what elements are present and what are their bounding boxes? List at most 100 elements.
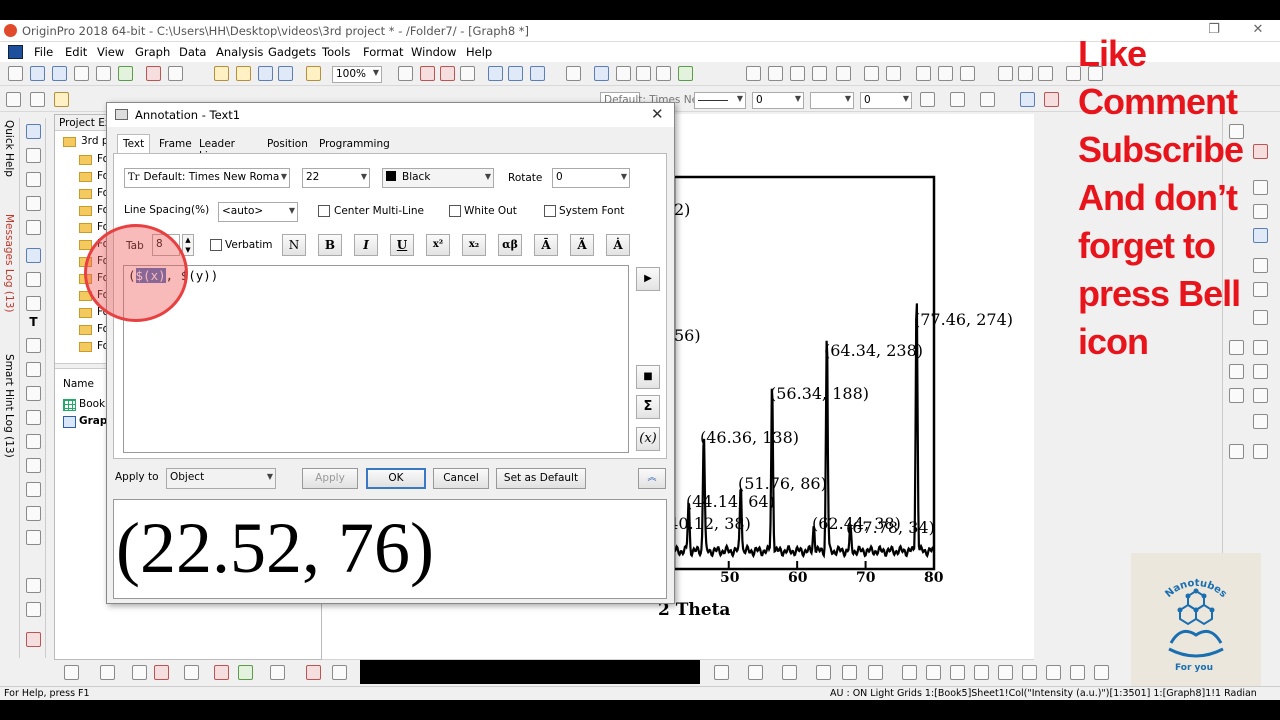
normal-button[interactable]: N [282, 234, 306, 256]
peak-label[interactable]: (40.12, 38) [662, 514, 751, 533]
scale-icon[interactable] [26, 172, 41, 187]
heatmap-icon[interactable] [842, 665, 857, 680]
pie-chart-icon[interactable] [270, 665, 285, 680]
zoom-select[interactable]: 100% ▼ [332, 66, 382, 83]
mask-points-icon[interactable] [26, 272, 41, 287]
line-width-select[interactable]: 0 ▼ [752, 92, 804, 109]
menu-data[interactable]: Data [179, 45, 206, 59]
message-log-icon[interactable] [636, 66, 651, 81]
region-tool-icon[interactable] [26, 434, 41, 449]
menu-view[interactable]: View [97, 45, 124, 59]
quick-help-tab[interactable]: Quick Help [3, 120, 15, 177]
close-icon[interactable]: ✕ [651, 105, 664, 123]
command-window-icon[interactable] [530, 66, 545, 81]
3d-bar-icon[interactable] [748, 665, 763, 680]
mask-icon[interactable] [916, 66, 931, 81]
peak-label[interactable]: (64.34, 238) [824, 341, 923, 360]
fill-pattern-icon[interactable] [950, 92, 965, 107]
peak-label[interactable]: (56.34, 188) [770, 384, 869, 403]
radar-icon[interactable] [998, 665, 1013, 680]
peak-label[interactable]: (77.46, 274) [914, 310, 1013, 329]
backward-icon[interactable] [1253, 414, 1268, 429]
windrose-icon[interactable] [1022, 665, 1037, 680]
insert-object-button[interactable]: ■ [636, 365, 660, 389]
matrix-plot-icon[interactable] [816, 665, 831, 680]
new-graph-icon[interactable] [52, 66, 67, 81]
menu-file[interactable]: File [34, 45, 53, 59]
center-multiline-checkbox[interactable] [318, 205, 330, 217]
anchor-icon[interactable] [26, 530, 41, 545]
ternary-icon[interactable] [926, 665, 941, 680]
peak-label[interactable]: (51.76, 86) [738, 474, 827, 493]
multi-panel-icon[interactable] [184, 665, 199, 680]
cut-icon[interactable] [6, 92, 21, 107]
italic-button[interactable]: I [354, 234, 378, 256]
font-size-select[interactable]: 22 ▼ [302, 168, 370, 188]
sigma-button[interactable]: Σ [636, 395, 660, 419]
copy-page-icon[interactable] [420, 66, 435, 81]
merge-icon[interactable] [26, 602, 41, 617]
sort-icon[interactable] [790, 66, 805, 81]
3d-scatter-icon[interactable] [782, 665, 797, 680]
peak-label[interactable]: 2) [674, 200, 690, 219]
piper-icon[interactable] [1046, 665, 1061, 680]
box-plot-icon[interactable] [1070, 665, 1085, 680]
pointer-icon[interactable] [26, 124, 41, 139]
system-font-checkbox[interactable] [544, 205, 556, 217]
menu-analysis[interactable]: Analysis [216, 45, 263, 59]
screen-reader-icon[interactable] [26, 196, 41, 211]
insert-graph-icon[interactable] [26, 482, 41, 497]
fill-value-select[interactable]: 0 ▼ [860, 92, 912, 109]
new-project-icon[interactable] [8, 66, 23, 81]
script-window-icon[interactable] [508, 66, 523, 81]
white-out-checkbox[interactable] [449, 205, 461, 217]
dot-accent-button[interactable]: Ȧ [606, 234, 630, 256]
annotation-text-editor[interactable]: ($(x), $(y)) [123, 265, 629, 453]
greek-button[interactable]: αβ [498, 234, 522, 256]
menu-tools[interactable]: Tools [322, 45, 350, 59]
add-column-icon[interactable] [836, 66, 851, 81]
duplicate-icon[interactable] [440, 66, 455, 81]
line-chart-icon[interactable] [886, 66, 901, 81]
line-spacing-select[interactable]: <auto> ▼ [218, 202, 298, 222]
smart-hint-icon[interactable] [656, 66, 671, 81]
superscript-button[interactable]: x² [426, 234, 450, 256]
forward-icon[interactable] [1253, 388, 1268, 403]
import-icon[interactable] [168, 66, 183, 81]
bold-button[interactable]: B [318, 234, 342, 256]
ok-button[interactable]: OK [366, 468, 426, 489]
open-template-icon[interactable] [236, 66, 251, 81]
save-template-icon[interactable] [278, 66, 293, 81]
print-icon[interactable] [398, 66, 413, 81]
refresh-icon[interactable] [460, 66, 475, 81]
filter-icon[interactable] [938, 66, 953, 81]
curved-arrow-icon[interactable] [26, 362, 41, 377]
sum-icon[interactable] [746, 66, 761, 81]
set-values-icon[interactable] [812, 66, 827, 81]
cancel-button[interactable]: Cancel [433, 468, 489, 489]
3d-surface-icon[interactable] [714, 665, 729, 680]
tab-leader-line[interactable]: Leader Line [193, 134, 241, 162]
apply-to-select[interactable]: Object ▼ [166, 468, 276, 489]
histogram-icon[interactable] [1094, 665, 1109, 680]
vector-icon[interactable] [902, 665, 917, 680]
font-color-select[interactable]: Black ▼ [382, 168, 494, 188]
variable-button[interactable]: (x) [636, 427, 660, 451]
left-align-icon[interactable] [1229, 444, 1244, 459]
grid-icon[interactable] [980, 92, 995, 107]
text-tool-icon[interactable]: T [26, 316, 41, 331]
x-axis-icon[interactable] [998, 66, 1013, 81]
z-axis-icon[interactable] [1038, 66, 1053, 81]
bold-m-icon[interactable] [1020, 92, 1035, 107]
code-builder-icon[interactable] [488, 66, 503, 81]
messages-log-tab[interactable]: Messages Log (13) [3, 214, 15, 312]
subscript-button[interactable]: x₂ [462, 234, 486, 256]
bar-chart-icon[interactable] [864, 66, 879, 81]
line-style-select[interactable]: ▼ [694, 92, 746, 109]
recalculate-icon[interactable] [306, 66, 321, 81]
data-selector-icon[interactable] [26, 248, 41, 263]
data-reader-icon[interactable] [26, 220, 41, 235]
right-align-icon[interactable] [1253, 444, 1268, 459]
set-default-button[interactable]: Set as Default [496, 468, 586, 489]
arrow-tool-icon[interactable] [26, 338, 41, 353]
